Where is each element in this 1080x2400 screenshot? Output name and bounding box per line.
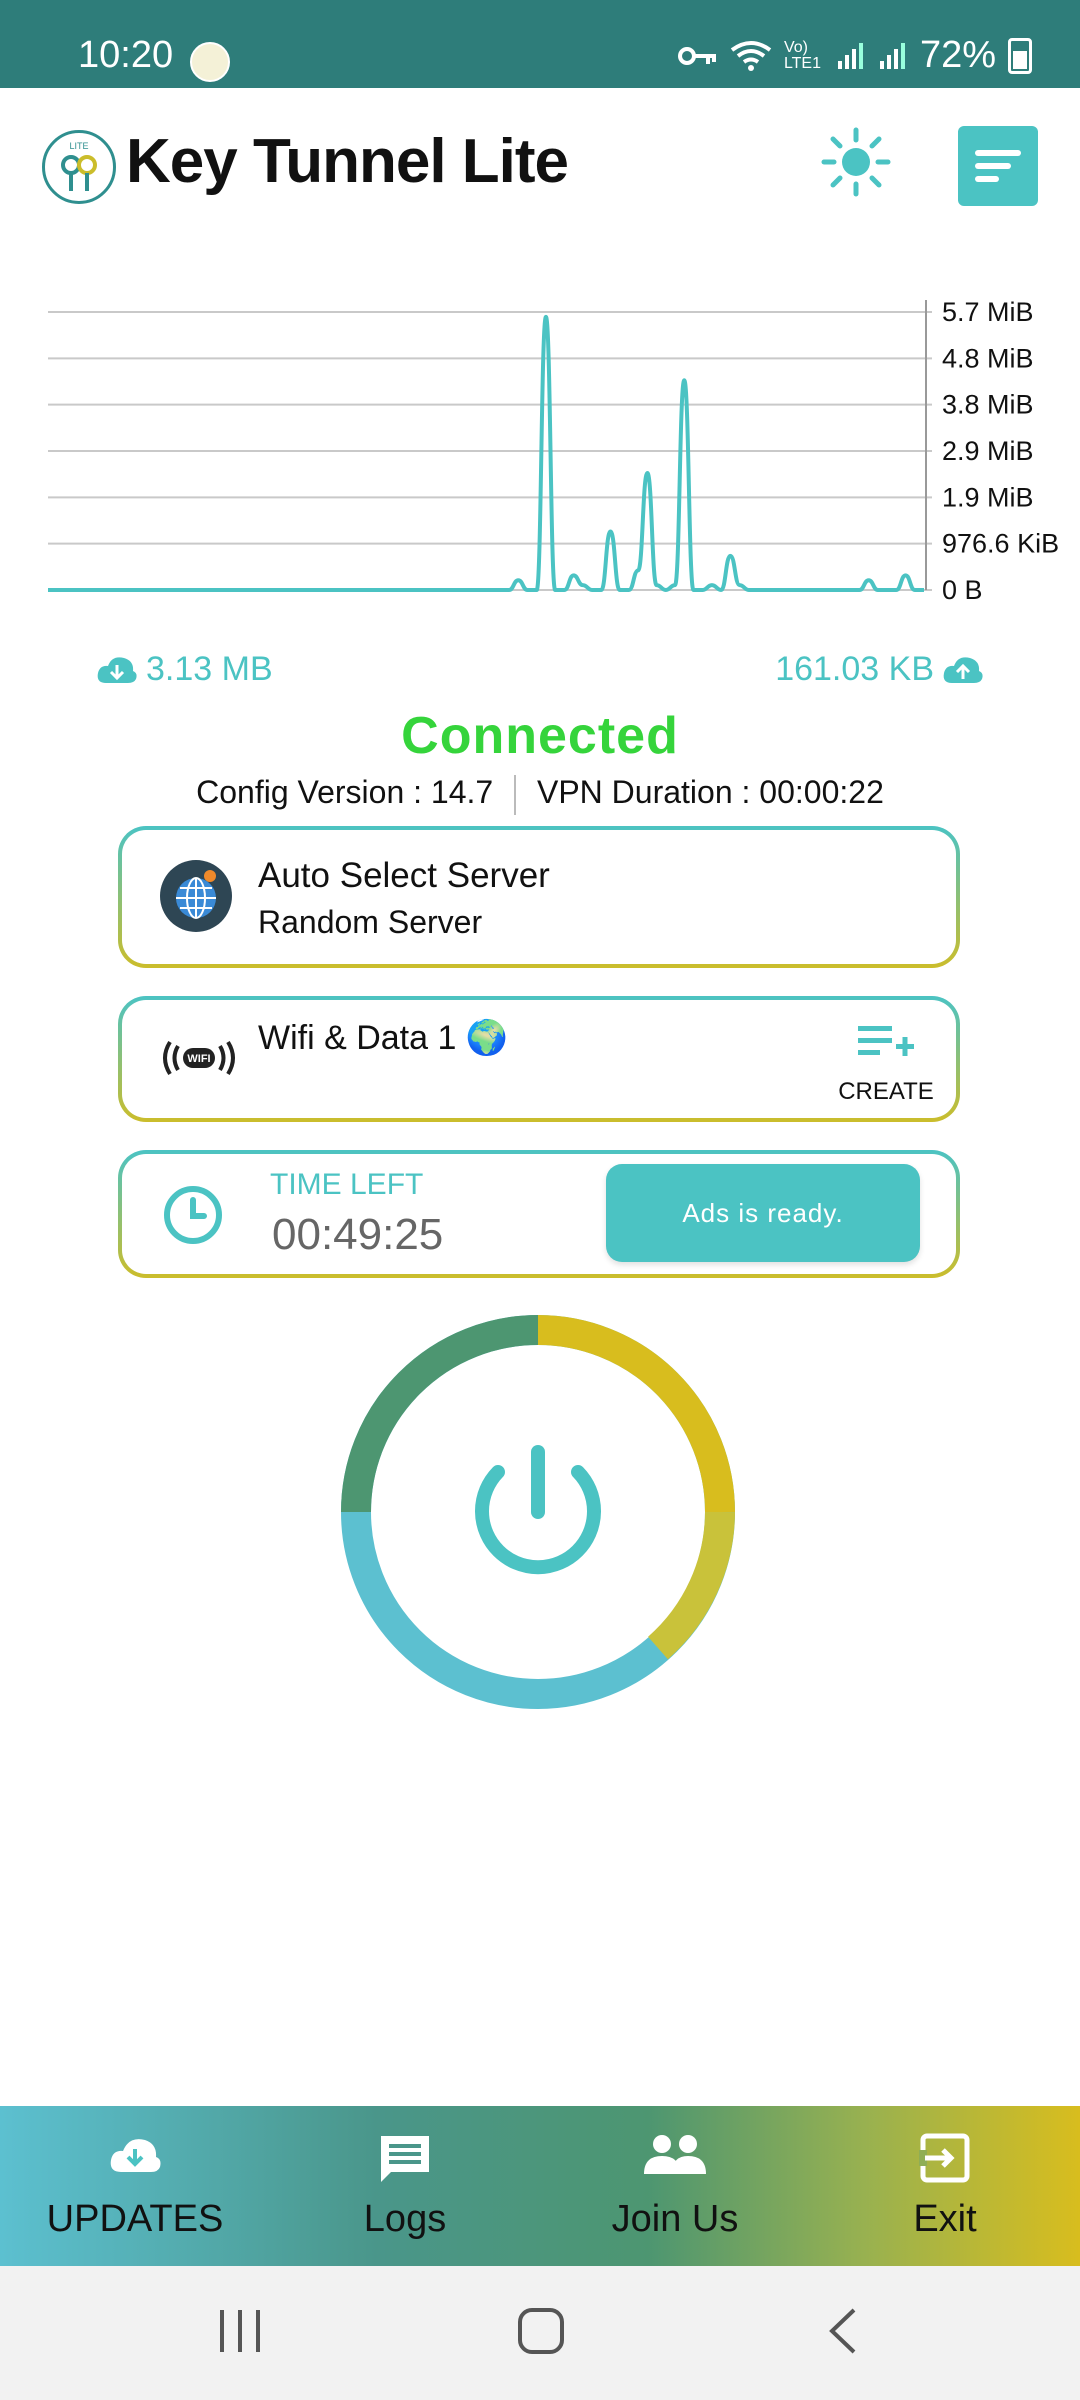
group-icon [642, 2132, 708, 2183]
back-icon [829, 2308, 856, 2354]
create-config-button[interactable]: CREATE [836, 1020, 936, 1106]
upload-value: 161.03 KB [775, 650, 934, 688]
theme-toggle-button[interactable] [820, 126, 892, 198]
recents-icon [220, 2310, 260, 2352]
server-title: Auto Select Server [258, 856, 550, 895]
chart-y-tick-label: 1.9 MiB [942, 482, 1034, 512]
upload-stat: 161.03 KB [775, 650, 984, 689]
nav-updates-label: UPDATES [46, 2198, 224, 2240]
signal-icon [836, 41, 866, 71]
chart-y-tick-label: 5.7 MiB [942, 297, 1034, 327]
network-mode-title: Wifi & Data 1 🌍 [258, 1019, 509, 1057]
chart-y-tick-label: 2.9 MiB [942, 436, 1034, 466]
vpn-duration: VPN Duration : 00:00:22 [536, 774, 884, 810]
home-icon [518, 2308, 564, 2354]
globe-icon [160, 860, 232, 932]
nav-logs[interactable]: Logs [270, 2106, 540, 2266]
time-left-label: TIME LEFT [270, 1168, 424, 1201]
wifi-broadcast-icon: WIFI [160, 1036, 238, 1080]
sun-icon [821, 127, 891, 197]
menu-button[interactable] [958, 126, 1038, 206]
chart-y-tick-label: 3.8 MiB [942, 390, 1034, 420]
playlist-add-icon [858, 1026, 914, 1056]
traffic-chart-svg: 5.7 MiB 4.8 MiB 3.8 MiB 2.9 MiB 1.9 MiB 976.6… [47, 297, 1059, 605]
chart-y-tick-label: 4.8 MiB [942, 343, 1034, 373]
nav-exit-label: Exit [913, 2198, 977, 2240]
connection-info: Config Version : 14.7 VPN Duration : 00:… [0, 774, 1080, 815]
power-button[interactable] [338, 1312, 738, 1712]
time-left-value: 00:49:25 [272, 1210, 444, 1259]
home-button[interactable] [516, 2306, 566, 2361]
cloud-download-icon [97, 656, 137, 683]
time-left-card: TIME LEFT 00:49:25 Ads is ready. [118, 1150, 960, 1278]
nav-exit[interactable]: Exit [810, 2106, 1080, 2266]
server-subtitle: Random Server [258, 904, 483, 940]
back-button[interactable] [826, 2306, 860, 2361]
battery-percent: 72% [919, 34, 996, 76]
chat-icon [377, 2132, 433, 2193]
cloud-download-icon [107, 2132, 163, 2183]
chart-y-tick-label: 976.6 KiB [942, 529, 1059, 559]
network-type-label: Vo) LTE1 [783, 38, 821, 72]
nav-logs-label: Logs [363, 2198, 447, 2240]
signal-icon-2 [878, 41, 908, 71]
app-logo: LITE [42, 130, 116, 204]
app-title: Key Tunnel Lite [126, 127, 569, 196]
system-navigation-bar [0, 2266, 1080, 2400]
recent-apps-button[interactable] [218, 2306, 262, 2361]
config-version: Config Version : 14.7 [196, 774, 494, 810]
status-time: 10:20 [78, 34, 174, 76]
clock-icon [162, 1184, 224, 1246]
download-stat: 3.13 MB [96, 650, 273, 689]
server-select-card[interactable]: Auto Select Server Random Server [118, 826, 960, 968]
exit-icon [919, 2132, 971, 2189]
create-label: CREATE [838, 1078, 934, 1105]
bottom-navigation: UPDATES Logs Join Us Exit [0, 2106, 1080, 2266]
wifi-icon [730, 40, 772, 72]
divider [514, 774, 517, 815]
nav-join[interactable]: Join Us [540, 2106, 810, 2266]
chart-y-tick-label: 0 B [942, 575, 983, 605]
svg-text:WIFI: WIFI [187, 1053, 210, 1065]
connection-status: Connected [401, 707, 679, 765]
battery-icon [1008, 37, 1032, 74]
nav-updates[interactable]: UPDATES [0, 2106, 270, 2266]
status-icons: Vo) LTE1 72% [677, 34, 1032, 77]
nav-join-label: Join Us [611, 2198, 739, 2240]
menu-icon [975, 150, 1021, 182]
ads-ready-button[interactable]: Ads is ready. [606, 1164, 920, 1262]
traffic-chart: 5.7 MiB 4.8 MiB 3.8 MiB 2.9 MiB 1.9 MiB 976.6… [0, 270, 1080, 610]
status-bar: 10:20 Vo) LTE1 72% [0, 0, 1080, 88]
download-value: 3.13 MB [146, 650, 273, 688]
vpn-status-icon [190, 42, 230, 82]
key-icon [677, 44, 718, 68]
network-mode-card[interactable]: WIFI Wifi & Data 1 🌍 CREATE [118, 996, 960, 1122]
power-icon [475, 1445, 601, 1575]
cloud-upload-icon [943, 656, 983, 683]
svg-text:LITE: LITE [69, 141, 88, 151]
